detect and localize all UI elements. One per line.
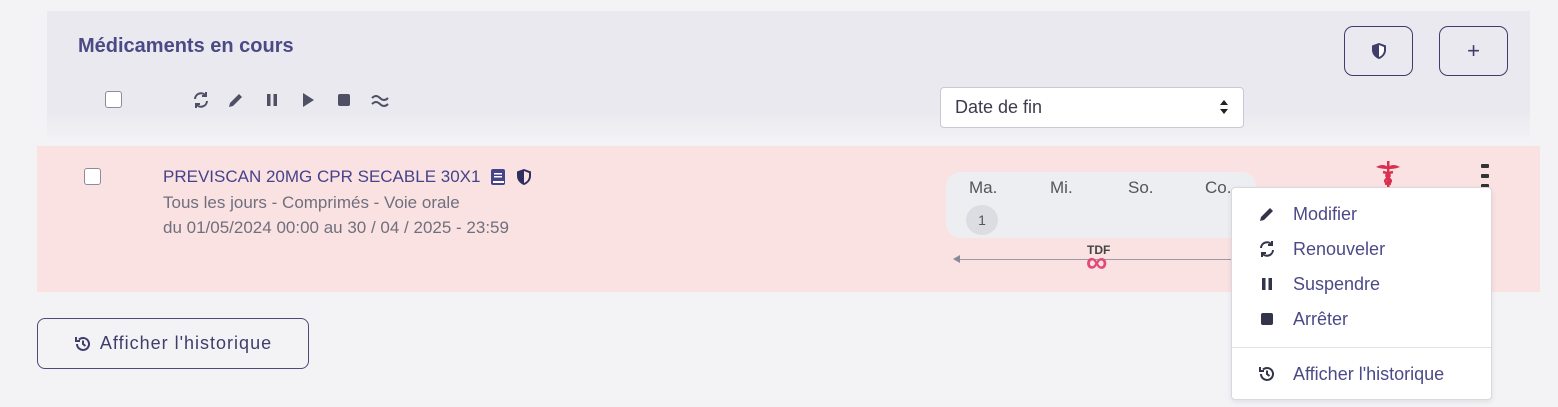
- day-label: Co.: [1205, 178, 1232, 197]
- stop-icon: [1256, 308, 1278, 330]
- menu-item-arreter[interactable]: Arrêter: [1232, 302, 1491, 336]
- timeline-arrow-icon: [953, 255, 960, 263]
- refresh-icon[interactable]: [191, 90, 211, 110]
- schedule-panel: Ma. Mi. So. Co. 1: [946, 172, 1256, 238]
- menu-item-label: Arrêter: [1293, 308, 1349, 329]
- day-label: Mi.: [1050, 178, 1073, 197]
- add-button[interactable]: +: [1439, 26, 1508, 76]
- select-caret-icon: [1219, 99, 1229, 115]
- day-label: So.: [1128, 178, 1154, 197]
- sort-select[interactable]: Date de fin: [940, 87, 1244, 128]
- section-header: [47, 11, 1530, 138]
- infinity-icon: ∞: [1086, 246, 1108, 279]
- menu-item-label: Afficher l'historique: [1293, 363, 1445, 384]
- sort-select-value: Date de fin: [955, 97, 1043, 117]
- medication-frequency: Tous les jours - Comprimés - Voie orale: [163, 193, 460, 212]
- medication-checkbox[interactable]: [84, 168, 101, 185]
- menu-item-historique[interactable]: Afficher l'historique: [1232, 357, 1491, 391]
- menu-divider: [1232, 347, 1491, 348]
- medication-period: du 01/05/2024 00:00 au 30 / 04 / 2025 - …: [163, 218, 509, 237]
- menu-item-label: Suspendre: [1293, 273, 1381, 294]
- refresh-icon: [1256, 238, 1278, 260]
- approx-icon[interactable]: [370, 90, 390, 110]
- pencil-icon[interactable]: [226, 90, 246, 110]
- history-icon: [1256, 363, 1278, 385]
- medication-name: PREVISCAN 20MG CPR SECABLE 30X1: [163, 167, 481, 186]
- section-title: Médicaments en cours: [78, 35, 294, 57]
- menu-item-label: Modifier: [1293, 203, 1358, 224]
- context-menu: Modifier Renouveler Suspendre Arrêter Af…: [1231, 187, 1492, 400]
- pencil-icon: [1256, 203, 1278, 225]
- shield-icon: [1371, 43, 1386, 59]
- shield-icon[interactable]: [516, 168, 532, 186]
- show-history-label: Afficher l'historique: [99, 333, 273, 353]
- menu-item-renouveler[interactable]: Renouveler: [1232, 232, 1491, 266]
- menu-item-suspendre[interactable]: Suspendre: [1232, 267, 1491, 301]
- menu-item-label: Renouveler: [1293, 238, 1386, 259]
- medication-name-line: PREVISCAN 20MG CPR SECABLE 30X1: [163, 167, 532, 187]
- pause-icon[interactable]: [262, 90, 282, 110]
- play-icon[interactable]: [298, 90, 318, 110]
- select-all-checkbox[interactable]: [105, 91, 122, 108]
- pause-icon: [1256, 273, 1278, 295]
- shield-button[interactable]: [1344, 26, 1413, 76]
- stop-icon[interactable]: [334, 90, 354, 110]
- caduceus-icon[interactable]: [1373, 160, 1403, 190]
- show-history-button[interactable]: Afficher l'historique: [37, 318, 309, 369]
- menu-item-modifier[interactable]: Modifier: [1232, 197, 1491, 231]
- dose-count: 1: [966, 205, 998, 235]
- day-label: Ma.: [969, 178, 998, 197]
- book-icon[interactable]: [490, 168, 506, 186]
- history-icon: [74, 336, 90, 351]
- row-menu-button[interactable]: [1480, 164, 1490, 188]
